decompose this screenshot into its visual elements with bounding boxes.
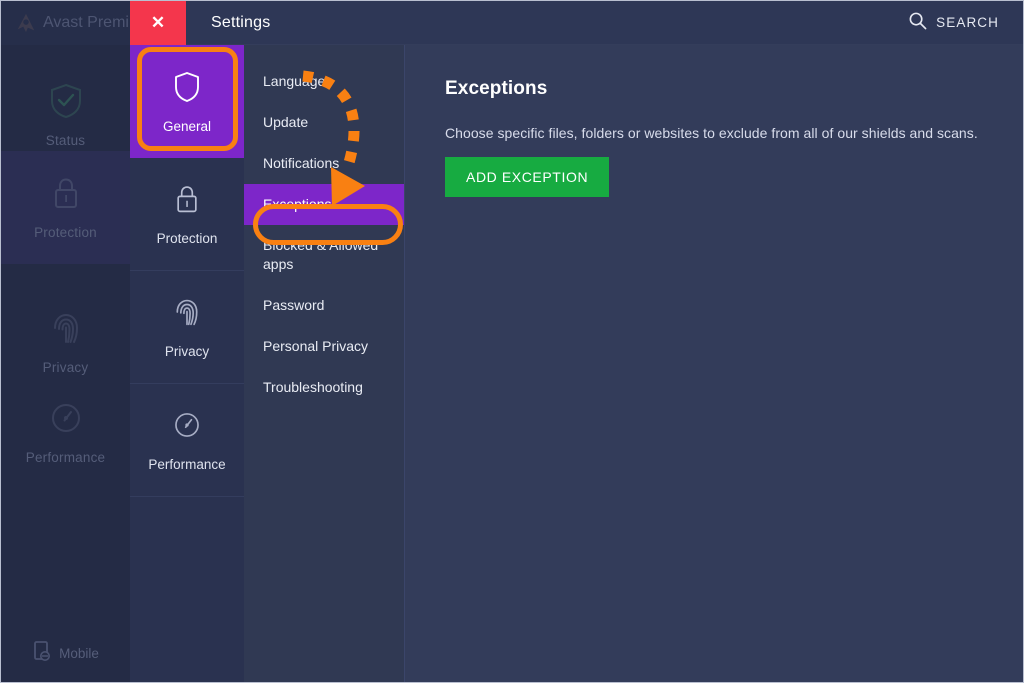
fingerprint-icon (172, 295, 202, 334)
category-tile-protection[interactable]: Protection (130, 158, 244, 271)
bg-sidebar-label-mobile: Mobile (59, 646, 99, 661)
close-icon[interactable]: ✕ (130, 1, 186, 45)
category-tile-privacy[interactable]: Privacy (130, 271, 244, 384)
settings-content-panel: Exceptions Choose specific files, folder… (405, 45, 1023, 682)
bg-sidebar-label-privacy: Privacy (43, 360, 89, 375)
subnav-item-blocked-allowed-apps[interactable]: Blocked & Allowed apps (244, 225, 404, 285)
settings-title: Settings (211, 14, 270, 32)
bg-sidebar-item-protection[interactable]: Protection (1, 151, 130, 264)
avast-settings-window: Avast Premi Status Protection (0, 0, 1024, 683)
shield-icon (172, 70, 202, 109)
subnav-item-exceptions[interactable]: Exceptions (244, 184, 404, 225)
bg-sidebar-label-performance: Performance (26, 450, 105, 465)
search-icon (908, 11, 927, 35)
add-exception-button[interactable]: ADD EXCEPTION (445, 157, 609, 197)
page-title: Exceptions (445, 78, 983, 100)
search-button[interactable]: SEARCH (908, 11, 999, 35)
category-label-privacy: Privacy (165, 344, 209, 359)
lock-icon (172, 182, 202, 221)
mobile-device-icon (32, 640, 52, 667)
settings-subnav-column: Languages Update Notifications Exception… (244, 45, 405, 682)
subnav-item-password[interactable]: Password (244, 285, 404, 326)
bg-sidebar-label-status: Status (46, 133, 85, 148)
lock-icon (49, 175, 83, 216)
subnav-item-troubleshooting[interactable]: Troubleshooting (244, 367, 404, 408)
category-tile-general[interactable]: General (130, 45, 244, 158)
category-label-performance: Performance (148, 457, 225, 472)
search-label: SEARCH (936, 15, 999, 30)
subnav-item-notifications[interactable]: Notifications (244, 143, 404, 184)
background-app-titlebar: Avast Premi (1, 1, 130, 45)
gauge-icon (172, 408, 202, 447)
background-app-sidebar: Avast Premi Status Protection (1, 1, 130, 682)
avast-logo-icon (15, 12, 37, 34)
settings-category-column: General Protection (130, 45, 244, 682)
category-tile-performance[interactable]: Performance (130, 384, 244, 497)
fingerprint-icon (49, 310, 83, 351)
bg-sidebar-label-protection: Protection (34, 225, 97, 240)
category-label-general: General (163, 119, 211, 134)
settings-titlebar: ✕ Settings SEARCH (130, 1, 1023, 45)
subnav-item-personal-privacy[interactable]: Personal Privacy (244, 326, 404, 367)
background-app-brand: Avast Premi (43, 14, 129, 32)
bg-sidebar-item-mobile[interactable]: Mobile (1, 624, 130, 682)
shield-check-icon (49, 83, 83, 124)
subnav-item-languages[interactable]: Languages (244, 61, 404, 102)
bg-sidebar-item-performance[interactable]: Performance (1, 376, 130, 489)
page-description: Choose specific files, folders or websit… (445, 125, 983, 141)
subnav-item-update[interactable]: Update (244, 102, 404, 143)
category-label-protection: Protection (157, 231, 218, 246)
gauge-icon (49, 400, 83, 441)
